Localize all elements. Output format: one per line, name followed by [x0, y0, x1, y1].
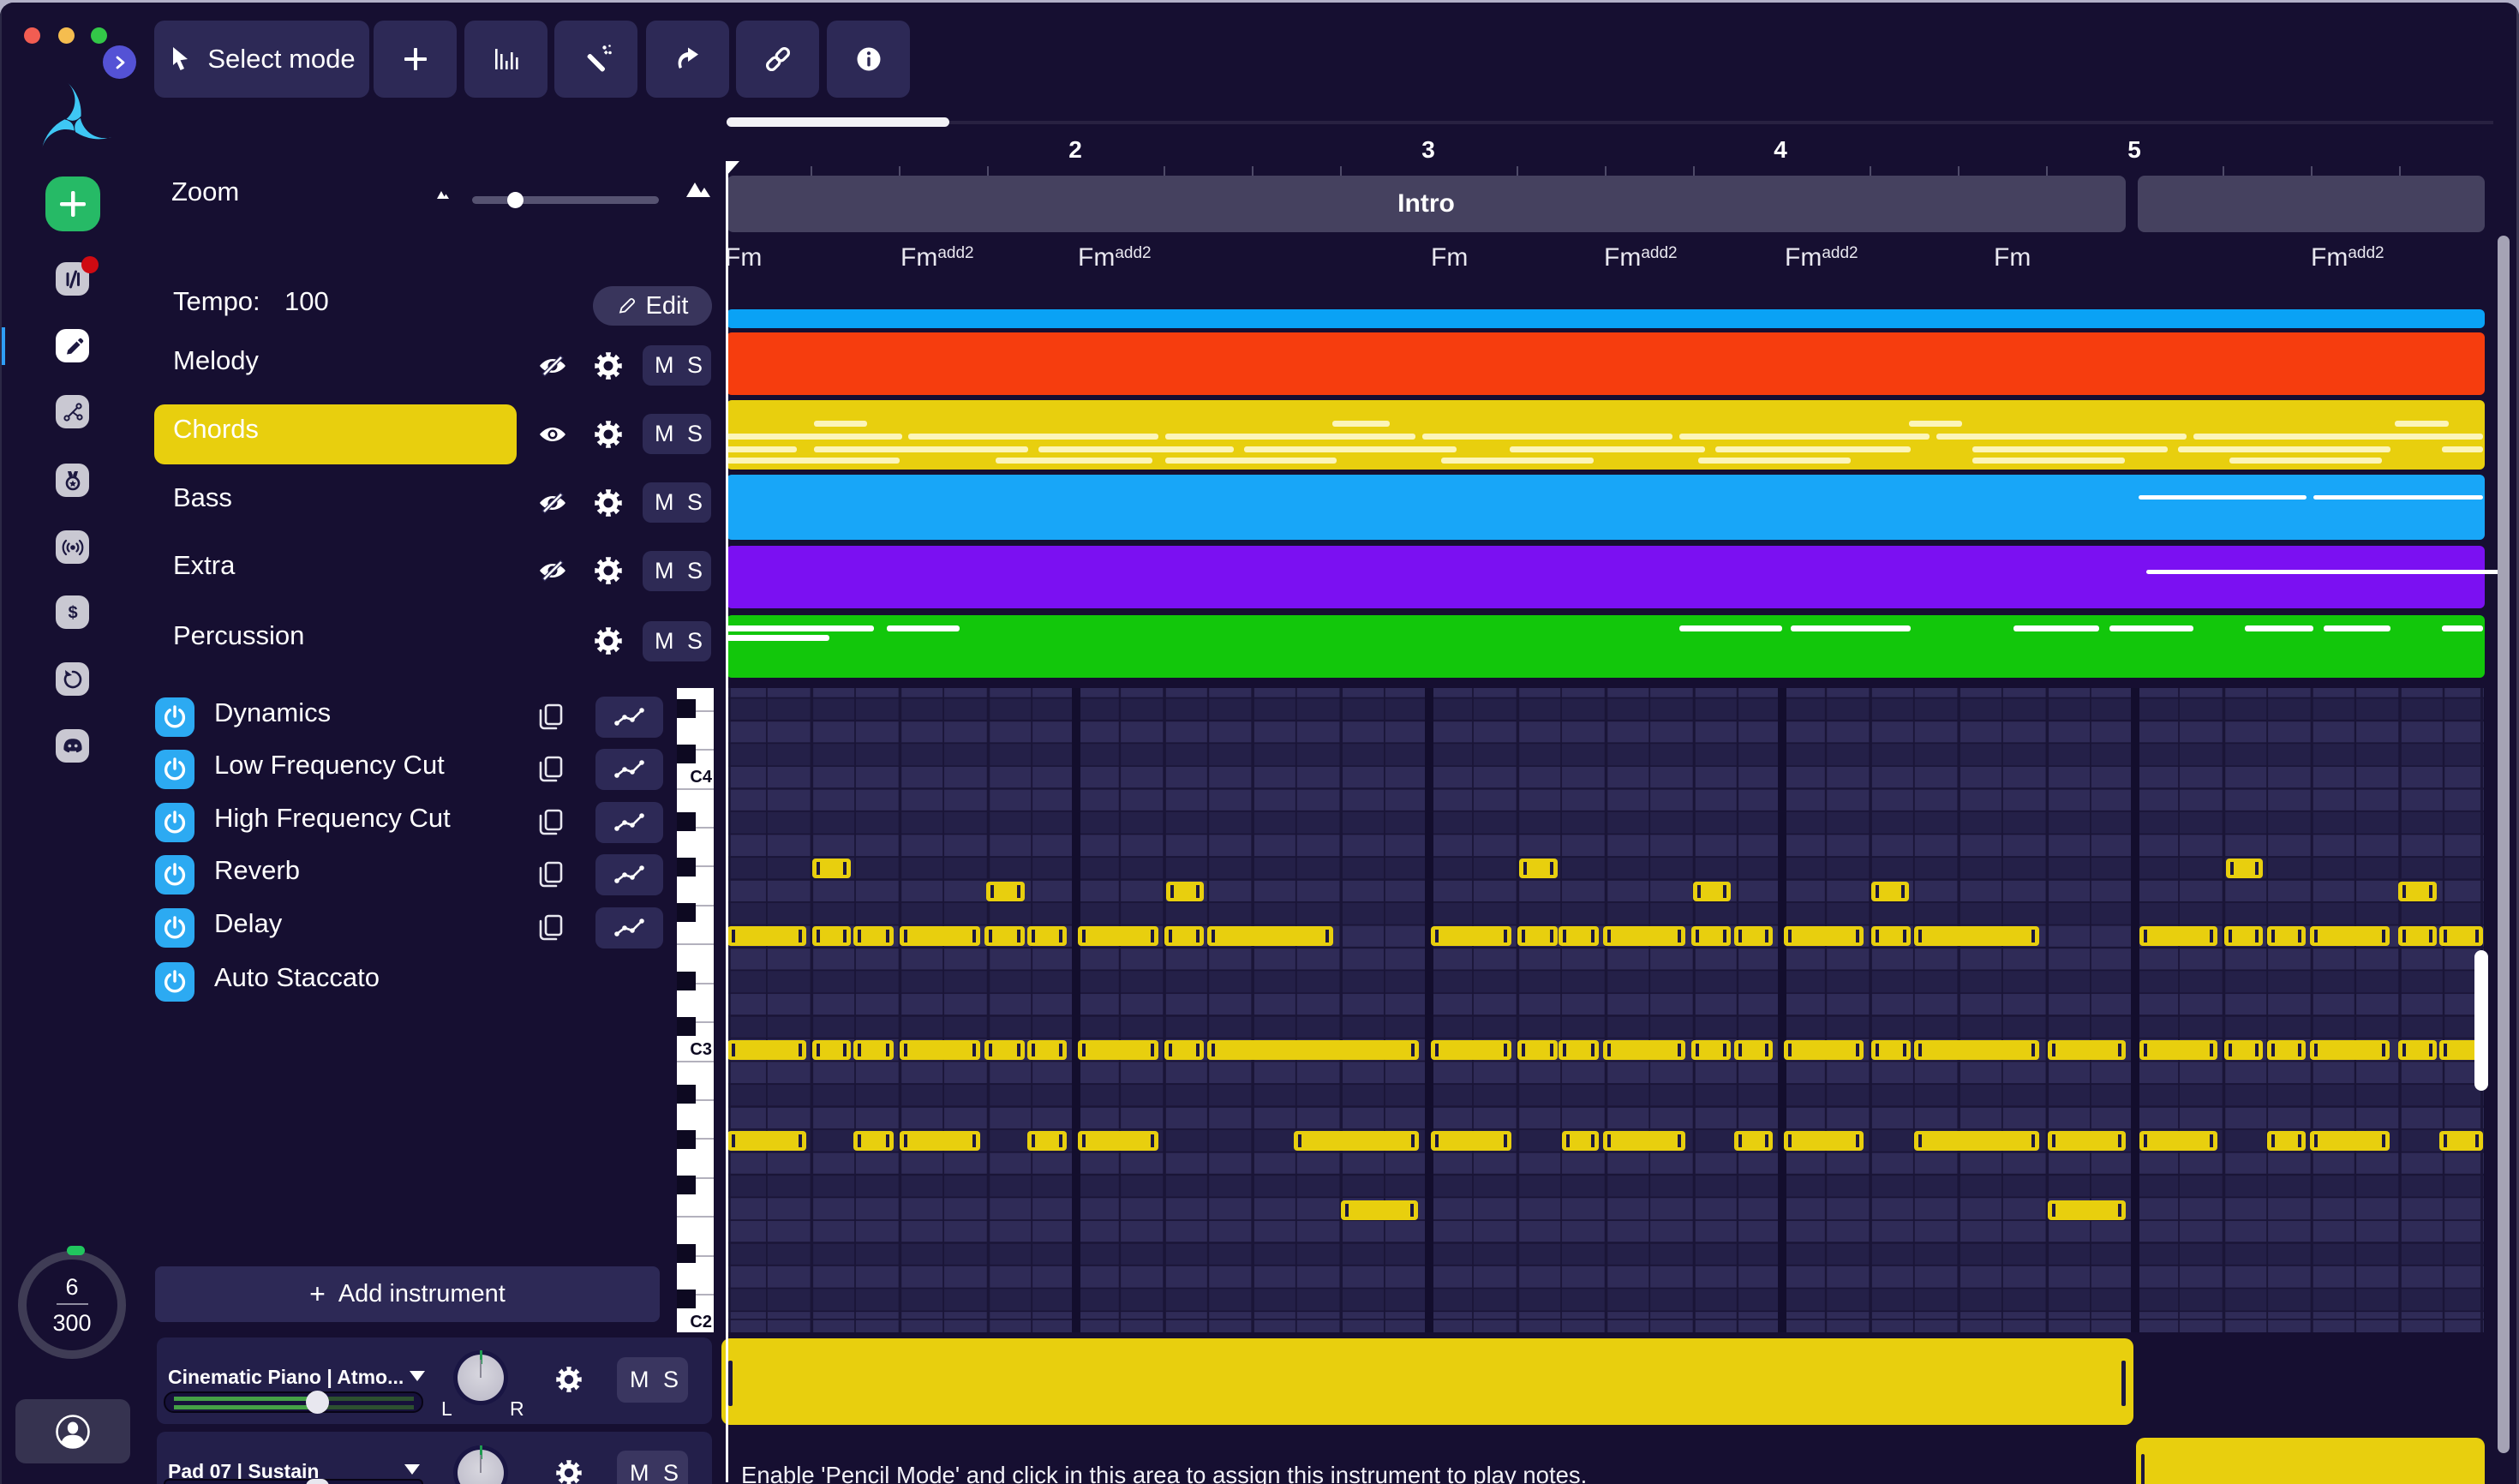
svg-text:$: $ [68, 603, 77, 622]
